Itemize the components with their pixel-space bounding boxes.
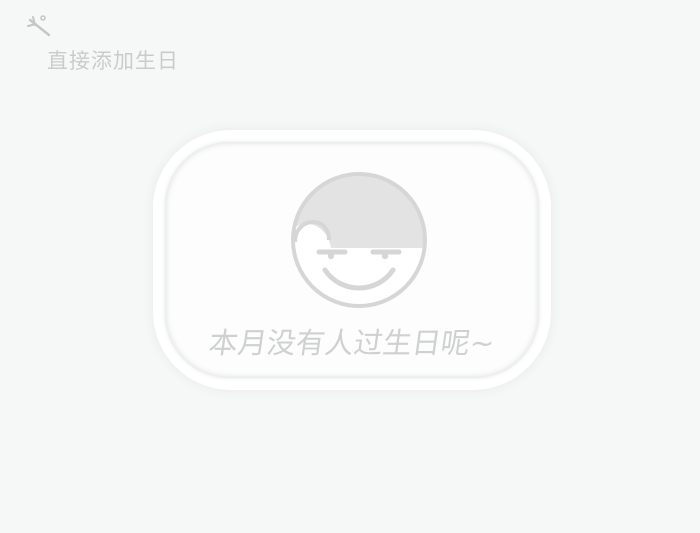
smiley-face-icon [291, 172, 427, 308]
empty-state-message: 本月没有人过生日呢~ [206, 326, 497, 360]
quick-add-label: 直接添加生日 [47, 49, 179, 73]
quick-add-birthday-button[interactable]: 直接添加生日 [24, 12, 214, 76]
birthday-screen: 直接添加生日 本月没有人过生日呢~ [0, 0, 700, 533]
empty-state-panel: 本月没有人过生日呢~ [165, 142, 539, 378]
wand-icon [27, 15, 51, 37]
empty-state-card: 本月没有人过生日呢~ [153, 130, 551, 390]
